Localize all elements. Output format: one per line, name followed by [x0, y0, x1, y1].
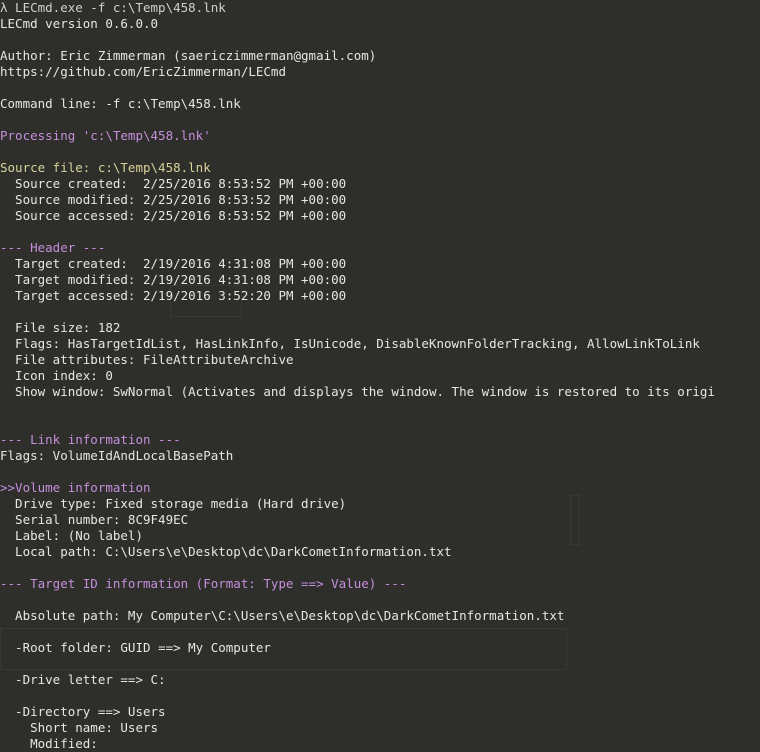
console-line: Source file: c:\Temp\458.lnk — [0, 160, 211, 175]
console-line: -Directory ==> Users — [0, 704, 166, 719]
console-line: Drive type: Fixed storage media (Hard dr… — [0, 496, 347, 511]
console-line: Command line: -f c:\Temp\458.lnk — [0, 96, 241, 111]
console-output: λ LECmd.exe -f c:\Temp\458.lnk LECmd vers… — [0, 0, 760, 752]
console-line: --- Header --- — [0, 240, 106, 255]
console-line: Author: Eric Zimmerman (saericzimmerman@… — [0, 48, 377, 63]
console-line: --- Link information --- — [0, 432, 181, 447]
console-line: Short name: Users — [0, 720, 159, 735]
console-line: Target modified: 2/19/2016 4:31:08 PM +0… — [0, 272, 347, 287]
console-line: -Root folder: GUID ==> My Computer — [0, 640, 271, 655]
console-line: Target accessed: 2/19/2016 3:52:20 PM +0… — [0, 288, 347, 303]
console-line: Label: (No label) — [0, 528, 143, 543]
console-line: --- Target ID information (Format: Type … — [0, 576, 407, 591]
console-line: Local path: C:\Users\e\Desktop\dc\DarkCo… — [0, 544, 452, 559]
console-line: -Drive letter ==> C: — [0, 672, 166, 687]
console-line: >>Volume information — [0, 480, 151, 495]
console-line: Source created: 2/25/2016 8:53:52 PM +00… — [0, 176, 347, 191]
console-line: Serial number: 8C9F49EC — [0, 512, 189, 527]
console-line: Show window: SwNormal (Activates and dis… — [0, 384, 715, 399]
console-line: Flags: VolumeIdAndLocalBasePath — [0, 448, 234, 463]
console-line: Absolute path: My Computer\C:\Users\e\De… — [0, 608, 565, 623]
console-line: Flags: HasTargetIdList, HasLinkInfo, IsU… — [0, 336, 700, 351]
console-line: File attributes: FileAttributeArchive — [0, 352, 294, 367]
console-line: File size: 182 — [0, 320, 121, 335]
command-prompt-line: λ LECmd.exe -f c:\Temp\458.lnk — [0, 0, 226, 15]
console-line: Source accessed: 2/25/2016 8:53:52 PM +0… — [0, 208, 347, 223]
console-window[interactable]: λ LECmd.exe -f c:\Temp\458.lnk LECmd vers… — [0, 0, 760, 752]
console-line: Icon index: 0 — [0, 368, 113, 383]
console-line: LECmd version 0.6.0.0 — [0, 16, 159, 31]
console-line: Target created: 2/19/2016 4:31:08 PM +00… — [0, 256, 347, 271]
console-line: Modified: — [0, 736, 98, 751]
console-line: Processing 'c:\Temp\458.lnk' — [0, 128, 211, 143]
console-line: Source modified: 2/25/2016 8:53:52 PM +0… — [0, 192, 347, 207]
console-line: https://github.com/EricZimmerman/LECmd — [0, 64, 286, 79]
